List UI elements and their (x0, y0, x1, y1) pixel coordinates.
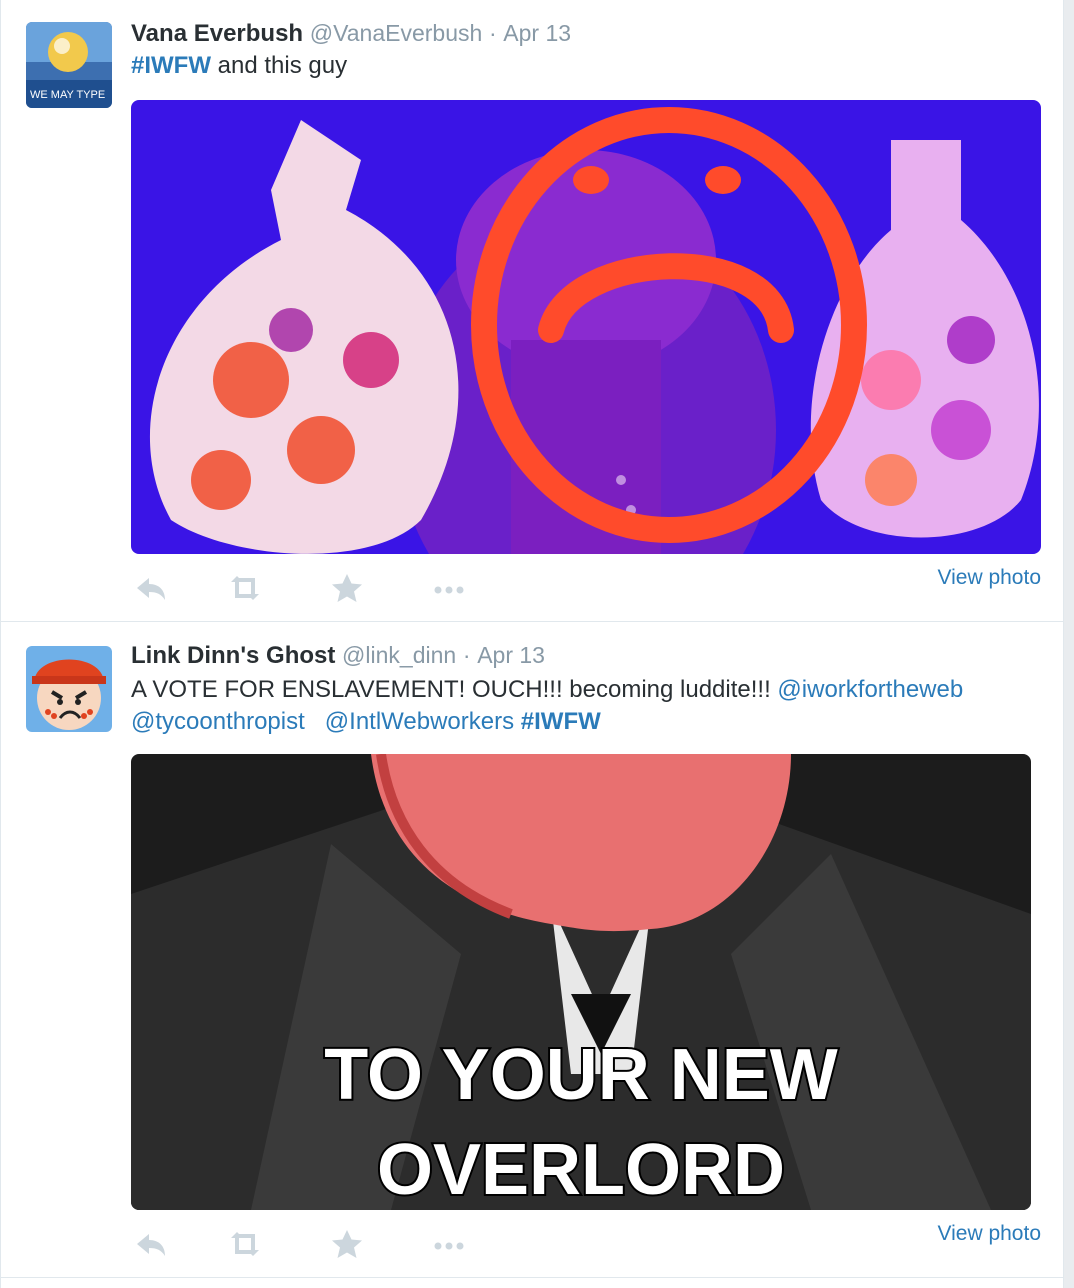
username[interactable]: @VanaEverbush (310, 20, 483, 46)
tweet[interactable]: Link Dinn's Ghost @link_dinn · Apr 13 A … (1, 622, 1063, 1278)
image-caption-line2: OVERLORD (377, 1130, 785, 1210)
tweet-text: #IWFW and this guy (131, 50, 1031, 82)
timestamp[interactable]: Apr 13 (503, 20, 571, 46)
timeline: WE MAY TYPE Vana Everbush @VanaEverbush … (0, 0, 1064, 1288)
view-photo-link[interactable]: View photo (937, 566, 1041, 590)
tweet-actions: View photo (131, 1222, 1041, 1262)
timestamp[interactable]: Apr 13 (477, 642, 545, 668)
fullname[interactable]: Link Dinn's Ghost (131, 642, 335, 669)
retweet-icon[interactable] (225, 570, 265, 606)
reply-icon[interactable] (131, 1226, 171, 1262)
tweet-photo[interactable]: TO YOUR NEW OVERLORD (131, 754, 1031, 1210)
more-icon[interactable] (429, 570, 469, 606)
tweet-photo[interactable] (131, 100, 1041, 554)
username[interactable]: @link_dinn (342, 642, 456, 668)
tweet-actions: View photo (131, 566, 1041, 606)
mention-link[interactable]: @iworkfortheweb (777, 676, 963, 703)
mention-link[interactable]: @tycoonthropist (131, 708, 305, 735)
favorite-icon[interactable] (327, 570, 367, 606)
mention-link[interactable]: @IntlWebworkers (325, 708, 514, 735)
tweet-header: Vana Everbush @VanaEverbush · Apr 13 (131, 20, 571, 48)
avatar[interactable]: WE MAY TYPE (26, 22, 112, 108)
tweet[interactable]: WE MAY TYPE Vana Everbush @VanaEverbush … (1, 0, 1063, 622)
fullname[interactable]: Vana Everbush (131, 20, 303, 47)
view-photo-link[interactable]: View photo (937, 1222, 1041, 1246)
reply-icon[interactable] (131, 570, 171, 606)
separator: · (488, 20, 497, 46)
separator: · (462, 642, 471, 668)
tweet-text-body: and this guy (210, 52, 348, 79)
more-icon[interactable] (429, 1226, 469, 1262)
tweet-text: A VOTE FOR ENSLAVEMENT! OUCH!!! becoming… (131, 674, 1031, 738)
image-caption-line1: TO YOUR NEW (324, 1035, 837, 1115)
avatar-text: WE MAY TYPE (30, 89, 105, 101)
tweet-text-body: A VOTE FOR ENSLAVEMENT! OUCH!!! becoming… (131, 676, 778, 703)
hashtag-link[interactable]: #IWFW (131, 52, 211, 79)
tweet-header: Link Dinn's Ghost @link_dinn · Apr 13 (131, 642, 545, 670)
avatar[interactable] (26, 646, 112, 732)
retweet-icon[interactable] (225, 1226, 265, 1262)
hashtag-link[interactable]: #IWFW (521, 708, 601, 735)
favorite-icon[interactable] (327, 1226, 367, 1262)
